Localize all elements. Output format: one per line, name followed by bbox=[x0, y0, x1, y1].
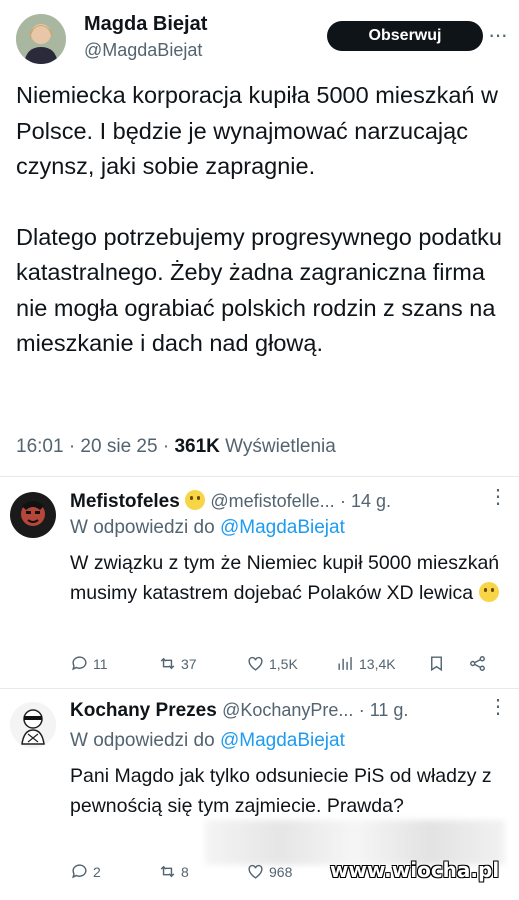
reply-avatar[interactable] bbox=[10, 492, 56, 538]
reply-count: 2 bbox=[93, 863, 101, 880]
author-name[interactable]: Magda Biejat bbox=[84, 13, 207, 36]
retweet-icon bbox=[160, 657, 175, 670]
bookmark-icon bbox=[431, 656, 442, 672]
views-count: 13,4K bbox=[359, 655, 396, 672]
tweet-paragraph-2: Dlatego potrzebujemy progresywnego podat… bbox=[16, 223, 502, 357]
reply-author-handle[interactable]: @mefistofelle... bbox=[210, 491, 334, 511]
author-handle[interactable]: @MagdaBiejat bbox=[84, 40, 202, 61]
views-button[interactable]: 13,4K bbox=[336, 654, 396, 673]
in-reply-to: W odpowiedzi do @MagdaBiejat bbox=[70, 517, 345, 539]
tweet-views-count: 361K bbox=[174, 436, 220, 457]
comment-icon bbox=[72, 656, 87, 671]
reply-count: 11 bbox=[93, 655, 108, 672]
reply-age[interactable]: · 14 g. bbox=[340, 491, 391, 511]
reply-avatar[interactable] bbox=[10, 702, 56, 748]
divider bbox=[0, 688, 519, 689]
divider bbox=[0, 476, 519, 477]
reply-button[interactable]: 2 bbox=[70, 862, 101, 881]
like-count: 968 bbox=[269, 863, 293, 880]
in-reply-mention[interactable]: @MagdaBiejat bbox=[220, 517, 345, 538]
retweet-count: 8 bbox=[181, 863, 189, 880]
in-reply-prefix: W odpowiedzi do bbox=[70, 730, 220, 751]
reply-author-handle[interactable]: @KochanyPre... bbox=[222, 700, 353, 720]
reply-actions: 11 37 1,5K 13,4K bbox=[70, 654, 500, 678]
reply-avatar-image bbox=[10, 492, 56, 538]
reply-text: W związku z tym że Niemiec kupił 5000 mi… bbox=[70, 552, 500, 604]
reply-body: Pani Magdo jak tylko odsuniecie PiS od w… bbox=[70, 761, 510, 821]
comment-icon bbox=[72, 864, 87, 879]
reply-avatar-image bbox=[10, 702, 56, 748]
retweet-count: 37 bbox=[181, 655, 197, 672]
watermark: www.wiocha.pl bbox=[330, 858, 500, 882]
tweet-paragraph-1: Niemiecka korporacja kupiła 5000 mieszka… bbox=[16, 82, 498, 179]
tweet-body: Niemiecka korporacja kupiła 5000 mieszka… bbox=[16, 78, 511, 362]
in-reply-to: W odpowiedzi do @MagdaBiejat bbox=[70, 730, 345, 752]
heart-icon bbox=[248, 864, 263, 879]
retweet-button[interactable]: 8 bbox=[158, 862, 189, 881]
reply-age[interactable]: · 11 g. bbox=[359, 700, 409, 720]
like-button[interactable]: 1,5K bbox=[246, 654, 298, 673]
views-chart-icon bbox=[338, 657, 352, 670]
emoji-icon bbox=[478, 582, 499, 602]
reply-header: Mefistofeles @mefistofelle... · 14 g. bbox=[70, 490, 391, 513]
reply-body: W związku z tym że Niemiec kupił 5000 mi… bbox=[70, 548, 510, 608]
emoji-icon bbox=[185, 490, 206, 510]
author-avatar-image bbox=[16, 14, 66, 64]
reply-author-name[interactable]: Kochany Prezes bbox=[70, 700, 217, 721]
reply-button[interactable]: 11 bbox=[70, 654, 108, 673]
bookmark-button[interactable] bbox=[427, 654, 446, 673]
like-count: 1,5K bbox=[269, 655, 298, 672]
like-button[interactable]: 968 bbox=[246, 862, 292, 881]
reply-more-icon[interactable]: ⋮ bbox=[488, 694, 508, 719]
reply-more-icon[interactable]: ⋮ bbox=[488, 484, 508, 509]
heart-icon bbox=[248, 656, 263, 671]
in-reply-prefix: W odpowiedzi do bbox=[70, 517, 220, 538]
follow-button[interactable]: Obserwuj bbox=[327, 21, 483, 51]
author-avatar[interactable] bbox=[16, 14, 66, 64]
share-icon bbox=[470, 656, 485, 671]
in-reply-mention[interactable]: @MagdaBiejat bbox=[220, 730, 345, 751]
retweet-button[interactable]: 37 bbox=[158, 654, 197, 673]
reply-author-name[interactable]: Mefistofeles bbox=[70, 491, 180, 512]
share-button[interactable] bbox=[468, 654, 487, 673]
reply-text: Pani Magdo jak tylko odsuniecie PiS od w… bbox=[70, 765, 492, 817]
tweet-meta: 16:01 · 20 sie 25 · 361K Wyświetlenia bbox=[16, 436, 336, 458]
more-options-icon[interactable]: ··· bbox=[488, 22, 508, 48]
retweet-icon bbox=[160, 865, 175, 878]
reply-header: Kochany Prezes @KochanyPre... · 11 g. bbox=[70, 700, 408, 722]
tweet-views-label: Wyświetlenia bbox=[219, 436, 336, 457]
tweet-timestamp[interactable]: 16:01 · 20 sie 25 · bbox=[16, 436, 174, 457]
